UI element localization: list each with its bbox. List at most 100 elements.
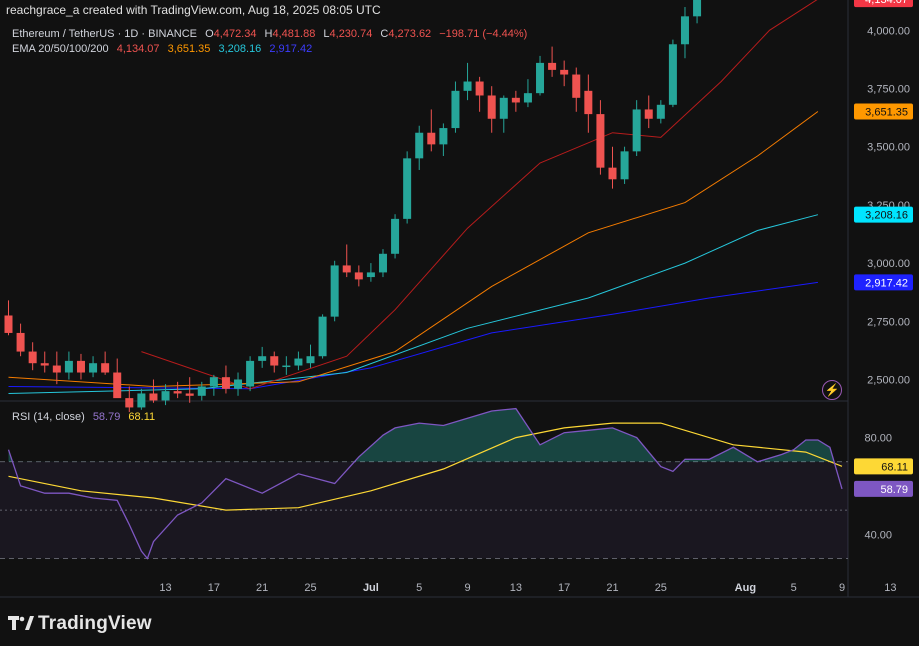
candle-body <box>391 218 400 254</box>
time-tick-label: 17 <box>208 582 220 594</box>
candle-body <box>378 253 387 273</box>
ema100-value: 3,208.16 <box>218 43 262 55</box>
ema20-line <box>141 0 818 390</box>
candle-body <box>52 365 61 373</box>
ema200-badge-text: 2,917.42 <box>865 277 908 289</box>
candle-body <box>294 358 303 366</box>
symbol-name: Ethereum / TetherUS · 1D · BINANCE <box>12 28 198 40</box>
ema-lines <box>8 0 819 394</box>
low-value: 4,230.74 <box>329 28 373 40</box>
candle-body <box>89 363 98 373</box>
time-tick-label: Jul <box>363 582 379 594</box>
candle-body <box>548 62 557 70</box>
candle-body <box>342 265 351 273</box>
time-tick-label: 5 <box>791 582 797 594</box>
candle-body <box>463 81 472 91</box>
candle-body <box>149 393 158 401</box>
candle-body <box>101 363 110 373</box>
time-tick-label: 25 <box>304 582 316 594</box>
candle-body <box>439 128 448 145</box>
candle-body <box>680 16 689 45</box>
time-tick-label: 5 <box>416 582 422 594</box>
close-value: 4,273.62 <box>388 28 432 40</box>
candle-body <box>318 316 327 357</box>
rsi-tick-label: 80.00 <box>864 433 892 445</box>
price-tick-label: 4,000.00 <box>867 25 910 37</box>
price-tick-label: 3,500.00 <box>867 142 910 154</box>
tradingview-logo-icon <box>8 616 34 630</box>
candle-body <box>258 356 267 361</box>
candle-body <box>270 356 279 366</box>
candle-body <box>403 158 412 219</box>
rsi-legend: RSI (14, close) 58.79 68.11 <box>12 411 155 423</box>
change-value: −198.71 (−4.44%) <box>439 28 528 40</box>
ema100-line <box>8 214 819 394</box>
rsi-badge: 58.79 <box>854 480 913 497</box>
tradingview-logo-text: TradingView <box>38 613 152 634</box>
tradingview-logo: TradingView <box>8 613 152 635</box>
candle-body <box>40 363 49 366</box>
candle-body <box>354 272 363 280</box>
candle-body <box>620 151 629 180</box>
candle-body <box>125 398 134 408</box>
candle-body <box>185 393 194 396</box>
candle-body <box>608 167 617 180</box>
candle-body <box>366 272 375 278</box>
candle-body <box>64 360 73 373</box>
candle-body <box>28 351 37 364</box>
candle-body <box>306 356 315 364</box>
ema20-badge-text: 4,134.07 <box>865 0 908 6</box>
time-tick-label: 9 <box>464 582 470 594</box>
candle-body <box>572 74 581 98</box>
rsi-ma-badge-text: 68.11 <box>881 461 908 473</box>
high-value: 4,481.88 <box>272 28 316 40</box>
rsi-ma-badge: 68.11 <box>854 458 913 475</box>
candle-body <box>499 97 508 119</box>
candle-body <box>451 90 460 129</box>
candle-body <box>656 104 665 119</box>
candle-body <box>596 114 605 168</box>
time-tick-label: 21 <box>256 582 268 594</box>
candle-body <box>644 109 653 119</box>
candle-body <box>209 377 218 387</box>
candle-body <box>523 93 532 103</box>
ema50-value: 3,651.35 <box>167 43 211 55</box>
ema20-value: 4,134.07 <box>116 43 160 55</box>
open-value: 4,472.34 <box>213 28 257 40</box>
open-label: O <box>205 28 214 40</box>
price-tick-label: 3,000.00 <box>867 258 910 270</box>
candle-body <box>197 386 206 396</box>
ema50-line <box>8 111 819 388</box>
candle-body <box>487 95 496 119</box>
ema100-badge-text: 3,208.16 <box>865 210 908 222</box>
price-tick-label: 2,750.00 <box>867 316 910 328</box>
price-chart[interactable]: 2,500.002,750.003,000.003,250.003,500.00… <box>0 0 919 646</box>
candle-body <box>137 393 146 408</box>
ema200-line <box>8 281 818 390</box>
candle-body <box>693 0 702 17</box>
candle-body <box>511 97 520 103</box>
candle-body <box>427 132 436 145</box>
rsi-badge-text: 58.79 <box>880 484 908 496</box>
ema200-badge: 2,917.42 <box>854 274 913 291</box>
candle-body <box>16 332 25 352</box>
lightning-icon[interactable]: ⚡ <box>822 380 842 400</box>
ema50-badge-text: 3,651.35 <box>865 106 908 118</box>
rsi-label: RSI (14, close) <box>12 411 85 423</box>
time-tick-label: 13 <box>159 582 171 594</box>
time-tick-label: Aug <box>735 582 756 594</box>
time-tick-label: 21 <box>606 582 618 594</box>
candle-body <box>234 379 243 389</box>
candle-body <box>560 69 569 75</box>
candle-body <box>282 365 291 368</box>
price-tick-label: 3,750.00 <box>867 84 910 96</box>
candle-body <box>173 391 182 394</box>
candle-body <box>76 360 85 373</box>
ema50-badge: 3,651.35 <box>854 103 913 120</box>
rsi-value: 58.79 <box>92 411 121 423</box>
candle-body <box>584 90 593 115</box>
candle-body <box>161 391 170 401</box>
candle-body <box>632 109 641 152</box>
time-tick-label: 17 <box>558 582 570 594</box>
time-tick-label: 9 <box>839 582 845 594</box>
